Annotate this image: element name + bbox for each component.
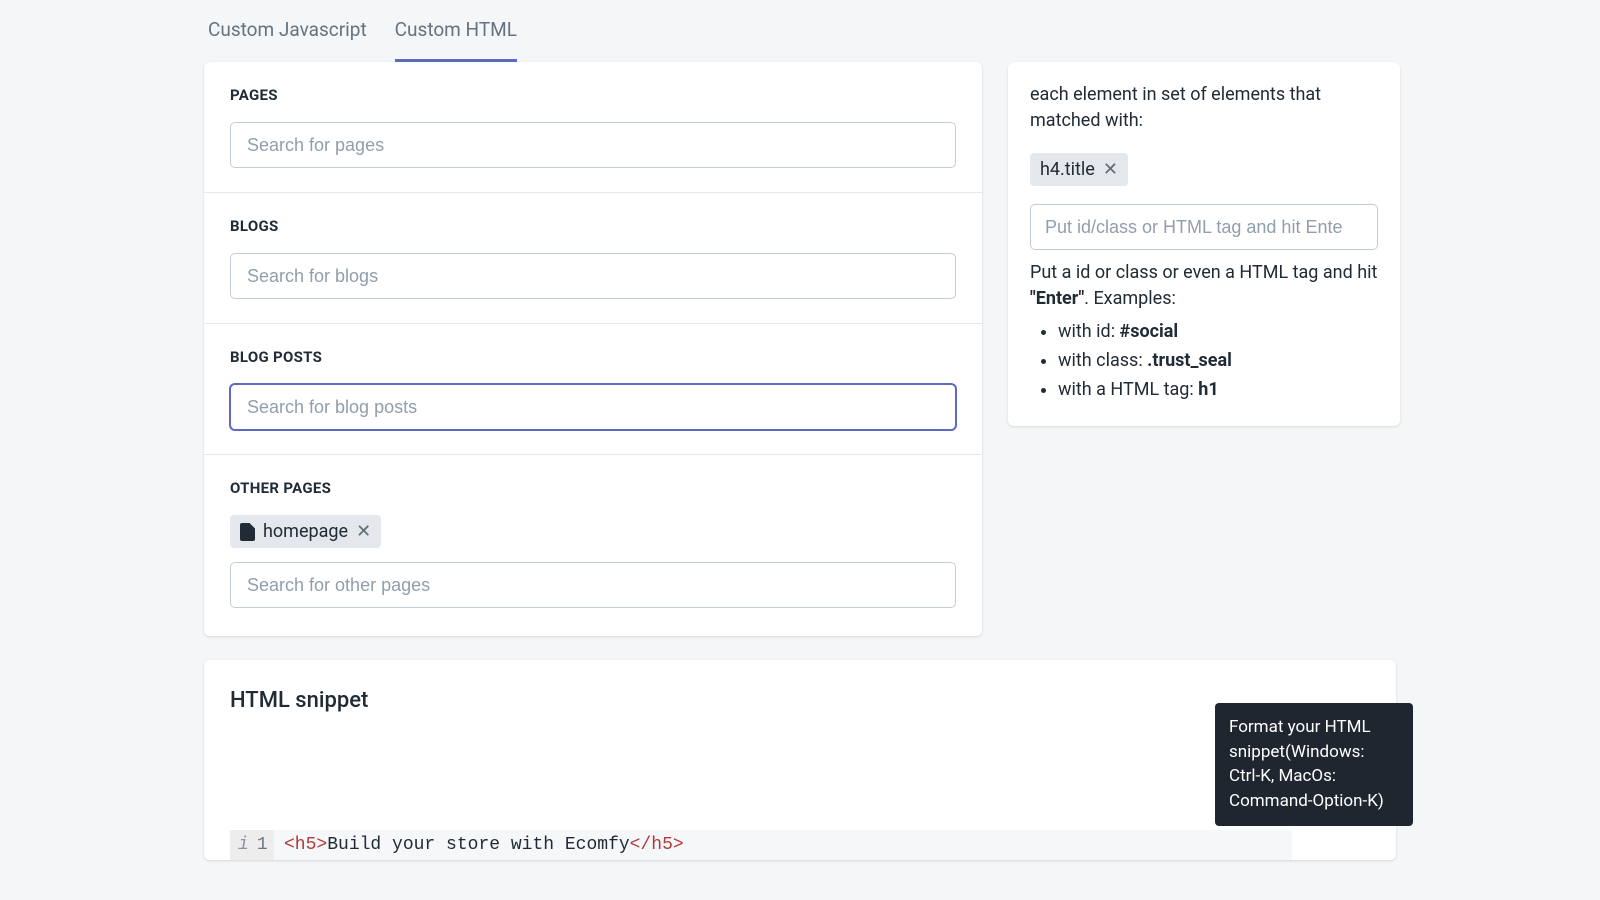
editor-gutter: i 1 [230, 830, 274, 860]
chip-selector[interactable]: h4.title ✕ [1030, 153, 1128, 186]
chip-label: h4.title [1040, 159, 1095, 180]
section-title-other-pages: OTHER PAGES [230, 479, 956, 497]
chip-homepage[interactable]: homepage ✕ [230, 515, 381, 548]
code-line[interactable]: <h5>Build your store with Ecomfy</h5> [274, 835, 684, 855]
section-title-blogs: BLOGS [230, 217, 956, 235]
section-other-pages: OTHER PAGES homepage ✕ [204, 455, 982, 636]
close-icon[interactable]: ✕ [1103, 161, 1118, 179]
line-number: 1 [257, 835, 268, 855]
section-blogs: BLOGS [204, 193, 982, 324]
section-pages: PAGES [204, 62, 982, 193]
search-blogs-input[interactable] [230, 253, 956, 299]
help-tail: . Examples: [1084, 288, 1176, 309]
chip-label: homepage [263, 521, 348, 542]
tab-custom-js[interactable]: Custom Javascript [208, 18, 367, 62]
help-bold: "Enter" [1030, 288, 1084, 309]
snippet-title: HTML snippet [230, 688, 1370, 713]
info-icon: i [238, 835, 249, 855]
selector-card: each element in set of elements that mat… [1008, 62, 1400, 426]
close-icon[interactable]: ✕ [356, 523, 371, 541]
selector-input[interactable] [1030, 204, 1378, 250]
code-editor[interactable]: i 1 <h5>Build your store with Ecomfy</h5… [230, 830, 1292, 860]
targeting-card: PAGES BLOGS BLOG POSTS OTHER PAGES homep… [204, 62, 982, 636]
search-blog-posts-input[interactable] [230, 384, 956, 430]
section-title-pages: PAGES [230, 86, 956, 104]
search-pages-input[interactable] [230, 122, 956, 168]
selector-intro: each element in set of elements that mat… [1030, 82, 1378, 133]
search-other-pages-input[interactable] [230, 562, 956, 608]
format-tooltip: Format your HTML snippet(Windows: Ctrl-K… [1215, 703, 1413, 826]
section-blog-posts: BLOG POSTS [204, 324, 982, 455]
tab-custom-html[interactable]: Custom HTML [395, 18, 517, 62]
help-line: Put a id or class or even a HTML tag and… [1030, 262, 1377, 283]
selector-examples: with id: #social with class: .trust_seal… [1030, 317, 1378, 404]
selector-help: Put a id or class or even a HTML tag and… [1030, 260, 1378, 311]
example-tag: with a HTML tag: h1 [1058, 375, 1378, 404]
example-class: with class: .trust_seal [1058, 346, 1378, 375]
section-title-blog-posts: BLOG POSTS [230, 348, 956, 366]
page-icon [240, 523, 255, 541]
example-id: with id: #social [1058, 317, 1378, 346]
